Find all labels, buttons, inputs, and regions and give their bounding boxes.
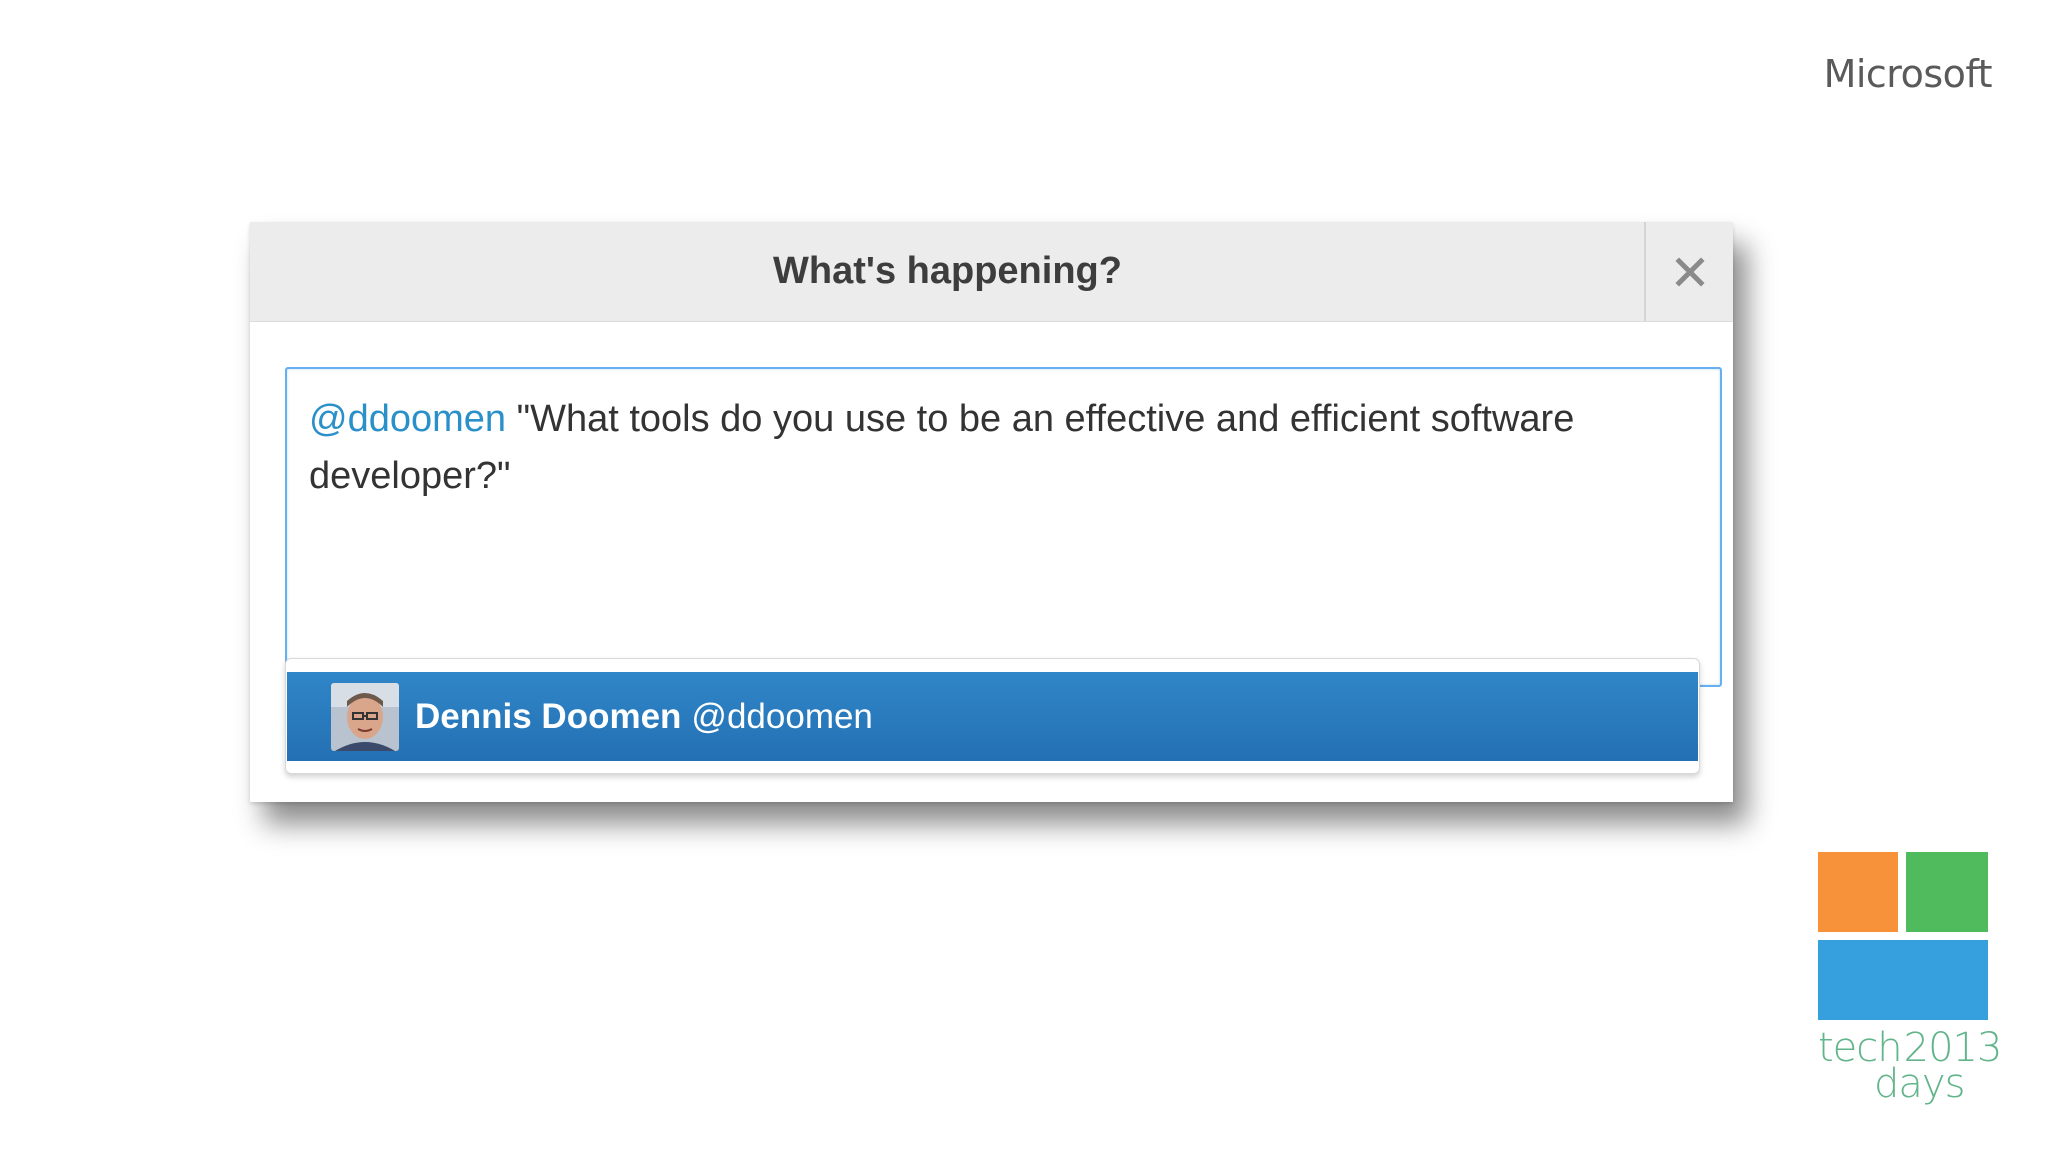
dialog-title: What's happening? (773, 250, 1122, 292)
techdays-logo (1818, 852, 1990, 1024)
techdays-logo-text: tech2013 days (1818, 1028, 2002, 1107)
mention-link[interactable]: @ddoomen (309, 398, 506, 440)
suggestion-name: Dennis Doomen (415, 696, 682, 736)
avatar-photo-icon (331, 682, 399, 751)
suggestion-item-ddoomen[interactable]: Dennis Doomen @ddoomen (287, 672, 1698, 761)
logo-word-days: days (1874, 1061, 1965, 1107)
suggestion-handle: @ddoomen (691, 696, 873, 736)
close-button[interactable] (1646, 222, 1733, 321)
close-icon (1674, 256, 1705, 287)
suggestion-label: Dennis Doomen @ddoomen (415, 697, 873, 737)
tweet-textarea[interactable]: @ddoomen "What tools do you use to be an… (285, 367, 1722, 687)
avatar (331, 682, 399, 751)
dialog-header: What's happening? (250, 222, 1733, 322)
compose-tweet-dialog: What's happening? @ddoomen "What tools d… (250, 222, 1733, 802)
logo-square-green (1906, 852, 1988, 932)
logo-square-orange (1818, 852, 1898, 932)
mention-suggestions-dropdown: Dennis Doomen @ddoomen (285, 658, 1700, 774)
logo-square-blue (1818, 940, 1988, 1020)
microsoft-logo-text: Microsoft (1823, 52, 1993, 96)
